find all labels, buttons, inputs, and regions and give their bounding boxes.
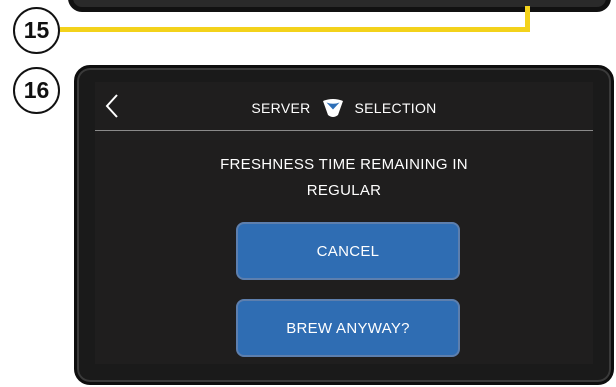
step-number-badge-previous: 15 xyxy=(13,7,60,54)
status-message: FRESHNESS TIME REMAINING IN REGULAR xyxy=(95,152,593,204)
step-number-previous: 15 xyxy=(23,17,50,43)
status-message-line-2: REGULAR xyxy=(306,182,382,199)
header-title: SERVER SELECTION xyxy=(95,96,593,120)
step-number-current: 16 xyxy=(23,77,50,103)
status-message-line-1: FRESHNESS TIME REMAINING IN xyxy=(220,156,468,173)
server-cup-icon xyxy=(322,99,343,117)
brewer-device: SERVER SELECTION FRESHNESS TIME REMAININ… xyxy=(74,65,614,385)
brew-anyway-button[interactable]: BREW ANYWAY? xyxy=(236,299,460,357)
cancel-button[interactable]: CANCEL xyxy=(236,222,460,280)
step-number-badge-current: 16 xyxy=(13,67,60,114)
screen-header: SERVER SELECTION xyxy=(95,82,593,131)
connector-line-horizontal xyxy=(60,27,530,32)
touch-screen: SERVER SELECTION FRESHNESS TIME REMAININ… xyxy=(95,82,593,364)
header-title-right: SELECTION xyxy=(354,100,437,116)
header-title-left: SERVER xyxy=(251,100,311,116)
